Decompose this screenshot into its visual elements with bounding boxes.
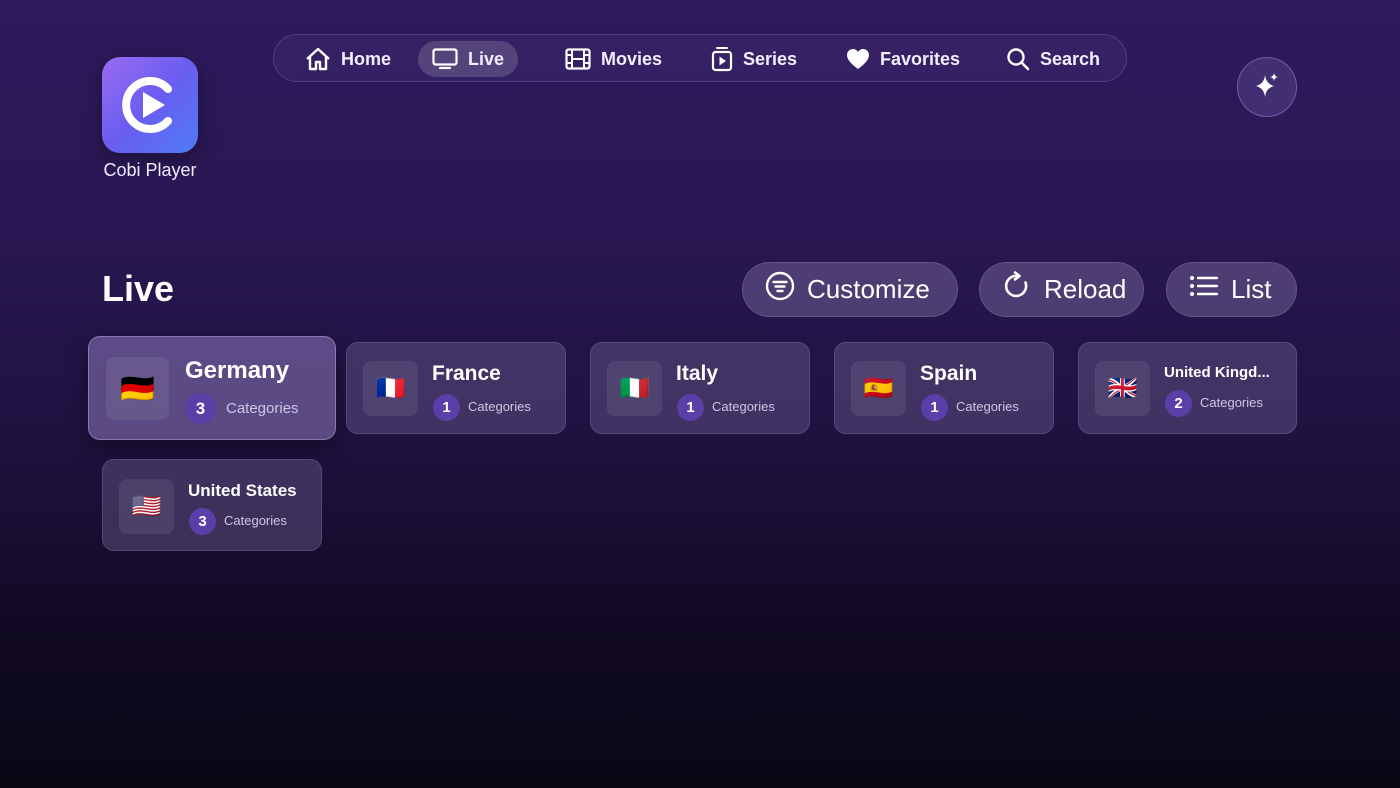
list-label: List [1231,274,1272,304]
france-flag-icon: 🇫🇷 [363,361,418,416]
nav-movies-label: Movies [601,48,663,69]
country-card-united-states[interactable]: 🇺🇸 United States 3 Categories [102,459,322,551]
category-count-badge: 3 [189,508,216,535]
categories-label: Categories [712,399,775,414]
cobi-player-logo-icon [102,57,198,153]
nav-home-label: Home [341,48,392,69]
country-card-italy[interactable]: 🇮🇹 Italy 1 Categories [590,342,810,434]
country-name: Germany [185,357,290,384]
app-logo: Cobi Player [102,57,198,180]
nav-live[interactable]: Live [418,41,519,77]
customize-button[interactable]: Customize [742,262,958,317]
country-card-germany[interactable]: 🇩🇪 Germany 3 Categories [88,336,336,440]
nav-live-label: Live [468,48,505,69]
spain-flag-icon: 🇪🇸 [851,361,906,416]
united-kingdom-flag-icon: 🇬🇧 [1095,361,1150,416]
category-count-badge: 3 [185,393,216,424]
categories-label: Categories [226,400,299,417]
nav-search-label: Search [1040,48,1101,69]
germany-flag-icon: 🇩🇪 [106,357,169,420]
category-count-badge: 1 [921,394,948,421]
nav-series-label: Series [743,48,798,69]
reload-button[interactable]: Reload [979,262,1144,317]
country-name: Spain [920,362,978,385]
category-count-badge: 2 [1165,390,1192,417]
categories-label: Categories [1200,395,1263,410]
nav-favorites[interactable]: Favorites [832,41,974,77]
category-count-badge: 1 [677,394,704,421]
filter-icon [765,271,795,308]
nav-favorites-label: Favorites [880,48,961,69]
nav-home[interactable]: Home [291,41,405,77]
sparkle-icon [1252,70,1282,105]
film-icon [565,48,591,70]
page-title: Live [102,268,175,309]
country-card-united-kingdom[interactable]: 🇬🇧 United Kingd... 2 Categories [1078,342,1297,434]
country-card-france[interactable]: 🇫🇷 France 1 Categories [346,342,566,434]
categories-label: Categories [468,399,531,414]
italy-flag-icon: 🇮🇹 [607,361,662,416]
united-states-flag-icon: 🇺🇸 [119,479,174,534]
country-name: United Kingd... [1164,364,1270,381]
country-name: France [432,362,501,385]
customize-label: Customize [807,274,930,304]
sparkle-button[interactable] [1237,57,1297,117]
categories-label: Categories [224,513,287,528]
list-icon [1189,274,1219,305]
nav-series[interactable]: Series [697,41,811,77]
country-name: Italy [676,362,719,385]
reload-icon [1002,271,1032,308]
category-count-badge: 1 [433,394,460,421]
series-icon [711,46,733,72]
nav-search[interactable]: Search [992,41,1114,77]
home-icon [305,47,331,71]
reload-label: Reload [1044,274,1127,304]
top-navigation: Home Live Movies Series Favorites Search [273,34,1127,82]
country-name: United States [188,481,297,500]
nav-movies[interactable]: Movies [551,41,676,77]
search-icon [1006,47,1030,71]
list-view-button[interactable]: List [1166,262,1297,317]
heart-icon [846,48,870,70]
app-name: Cobi Player [103,160,197,180]
country-card-spain[interactable]: 🇪🇸 Spain 1 Categories [834,342,1054,434]
tv-icon [432,48,458,70]
categories-label: Categories [956,399,1019,414]
